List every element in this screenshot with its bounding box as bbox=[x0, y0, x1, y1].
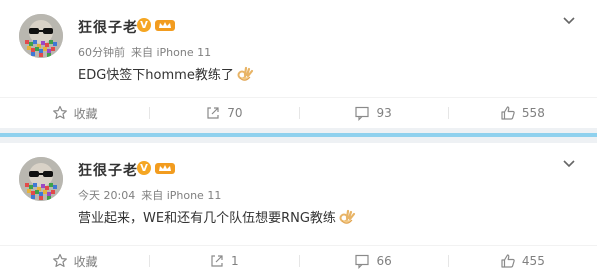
comment-icon bbox=[355, 254, 370, 269]
post-source: 来自 iPhone 11 bbox=[131, 46, 212, 59]
post-text-wrap: EDG快签下homme教练了 bbox=[78, 64, 254, 83]
comment-button[interactable]: 93 bbox=[298, 98, 448, 128]
badges: V bbox=[137, 18, 175, 32]
post-source: 来自 iPhone 11 bbox=[141, 189, 222, 202]
post-actions: 收藏 70 93 558 bbox=[0, 97, 597, 128]
like-count: 455 bbox=[521, 254, 545, 268]
avatar[interactable] bbox=[19, 14, 63, 58]
chevron-down-icon[interactable] bbox=[563, 160, 575, 168]
separator-strip bbox=[0, 133, 597, 137]
post-text: EDG快签下homme教练了 bbox=[78, 68, 234, 83]
like-count: 558 bbox=[521, 106, 545, 120]
chevron-down-icon[interactable] bbox=[563, 17, 575, 25]
verified-badge: V bbox=[137, 161, 151, 175]
post-time[interactable]: 今天 20:04 bbox=[78, 189, 135, 202]
star-icon bbox=[52, 105, 67, 119]
weibo-post: 狂很子老 V 60分钟前 来自 iPhone 11 EDG快签下homme教练了 … bbox=[0, 0, 597, 128]
repost-button[interactable]: 1 bbox=[149, 246, 298, 276]
star-icon bbox=[52, 253, 67, 267]
member-crown-icon bbox=[155, 163, 175, 174]
comment-icon bbox=[355, 106, 370, 121]
avatar[interactable] bbox=[19, 157, 63, 201]
post-time[interactable]: 60分钟前 bbox=[78, 46, 125, 59]
post-actions: 收藏 1 66 455 bbox=[0, 245, 597, 276]
ok-hand-icon bbox=[339, 209, 356, 224]
favorite-button[interactable]: 收藏 bbox=[0, 246, 149, 276]
post-meta: 今天 20:04 来自 iPhone 11 bbox=[78, 187, 221, 203]
repost-icon bbox=[211, 255, 223, 267]
feed-separator bbox=[0, 128, 597, 143]
favorite-label: 收藏 bbox=[73, 106, 98, 121]
member-crown-icon bbox=[155, 20, 175, 31]
like-button[interactable]: 455 bbox=[447, 246, 597, 276]
verified-badge: V bbox=[137, 18, 151, 32]
repost-button[interactable]: 70 bbox=[149, 98, 298, 128]
repost-icon bbox=[207, 107, 219, 119]
post-text-wrap: 营业起来，WE和还有几个队伍想要RNG教练 bbox=[78, 207, 356, 226]
author-name[interactable]: 狂很子老 bbox=[78, 17, 138, 37]
post-meta: 60分钟前 来自 iPhone 11 bbox=[78, 44, 211, 60]
comment-button[interactable]: 66 bbox=[298, 246, 448, 276]
repost-count: 70 bbox=[227, 106, 243, 120]
ok-hand-icon bbox=[237, 66, 253, 81]
author-name[interactable]: 狂很子老 bbox=[78, 160, 138, 180]
weibo-post: 狂很子老 V 今天 20:04 来自 iPhone 11 营业起来，WE和还有几个… bbox=[0, 143, 597, 276]
thumbs-up-icon bbox=[501, 254, 515, 268]
badges: V bbox=[137, 161, 175, 175]
favorite-button[interactable]: 收藏 bbox=[0, 98, 149, 128]
like-button[interactable]: 558 bbox=[447, 98, 597, 128]
repost-count: 1 bbox=[231, 254, 239, 268]
post-text: 营业起来，WE和还有几个队伍想要RNG教练 bbox=[78, 211, 336, 226]
favorite-label: 收藏 bbox=[73, 254, 98, 269]
comment-count: 66 bbox=[376, 254, 392, 268]
thumbs-up-icon bbox=[501, 106, 515, 120]
comment-count: 93 bbox=[376, 106, 392, 120]
